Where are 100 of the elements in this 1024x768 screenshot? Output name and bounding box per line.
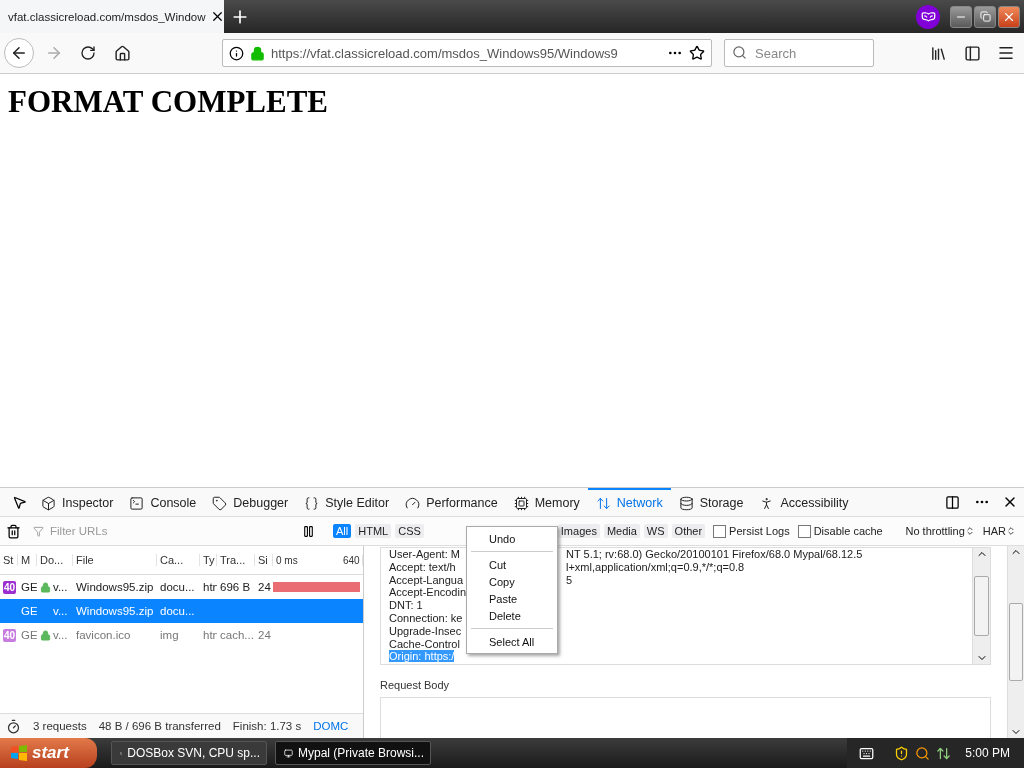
checkbox[interactable] (797, 524, 811, 538)
box-icon (41, 495, 56, 511)
request-row[interactable]: GE v... Windows95.zip docu... (0, 599, 363, 623)
start-button[interactable]: start (0, 738, 97, 768)
star-icon[interactable] (689, 45, 705, 61)
cause-text: docu... (160, 581, 195, 593)
cause-text: docu... (160, 605, 195, 617)
size-text: 24 (258, 629, 271, 641)
devtools-tab[interactable]: Performance (397, 488, 506, 516)
method-text: GE (21, 605, 37, 617)
throttling-select[interactable]: No throttling (903, 525, 977, 537)
minimize-icon[interactable] (950, 5, 972, 28)
updown-icon (1006, 526, 1016, 536)
windows-logo-icon (10, 745, 28, 761)
column-header[interactable]: M (18, 554, 37, 566)
transferred-text: cach... (220, 629, 254, 641)
column-header[interactable]: Do... (37, 554, 73, 566)
tab-title: vfat.classicreload.com/msdos_Window (8, 10, 206, 23)
devtools-tab[interactable]: Debugger (204, 488, 297, 516)
network-icon[interactable] (936, 745, 952, 761)
keyboard-icon[interactable] (859, 745, 875, 761)
transferred-text: 696 B (220, 581, 251, 593)
header-line: Cache-Control (389, 637, 460, 650)
back-icon[interactable] (4, 38, 34, 68)
domain-text: v... (53, 605, 68, 617)
header-line: User-Agent: M (389, 548, 460, 560)
arrows-icon (595, 495, 611, 511)
header-line: NT 5.1; rv:68.0) Gecko/20100101 Firefox/68.0 Mypal/68.12.5 (566, 548, 863, 561)
cause-text: img (160, 629, 179, 641)
menu-item[interactable]: Delete (469, 607, 555, 624)
type-filter[interactable]: Media (603, 524, 640, 538)
pause-icon[interactable] (302, 524, 315, 538)
har-select[interactable]: HAR (980, 525, 1018, 537)
menu-item[interactable]: Cut (469, 556, 555, 573)
taskbar-button[interactable]: Mypal (Private Browsi... (275, 741, 431, 765)
type-filter[interactable]: Other (671, 524, 706, 538)
file-text: favicon.ico (76, 629, 131, 641)
gauge-icon (405, 495, 421, 511)
chip-icon (513, 495, 529, 511)
shield-icon[interactable] (894, 745, 910, 761)
address-bar[interactable]: https://vfat.classicreload.com/msdos_Windows95/Windows9 (222, 39, 712, 67)
header-line: DNT: 1 (389, 599, 423, 612)
request-body-label: Request Body (380, 679, 451, 691)
column-header[interactable]: Si (255, 554, 273, 566)
size-text: 24 (258, 581, 271, 593)
column-header[interactable]: 640 (340, 554, 363, 566)
menu-item[interactable]: Select All (469, 633, 555, 650)
column-header[interactable]: File (73, 554, 157, 566)
devtools-tab[interactable]: Memory (505, 488, 588, 516)
devtools-tab[interactable]: Accessibility (751, 488, 857, 516)
devtools-tab[interactable]: Console (121, 488, 205, 516)
header-line: 5 (566, 573, 573, 587)
menu-item[interactable]: Paste (469, 590, 555, 607)
trash-icon[interactable] (6, 523, 21, 539)
header-line: Accept: text/h (389, 560, 456, 573)
column-header[interactable]: St (0, 554, 18, 566)
domain-text: v... (53, 581, 68, 593)
type-filter[interactable]: HTML (355, 524, 392, 538)
scrollbar[interactable] (1007, 546, 1024, 738)
scrollbar[interactable] (972, 548, 990, 664)
header-line: Accept-Langua (389, 573, 463, 586)
method-text: GE (21, 629, 37, 641)
menu-item[interactable]: Undo (469, 530, 555, 547)
mask-icon (916, 4, 940, 29)
terminal-icon (129, 495, 145, 511)
search-icon (732, 45, 747, 60)
devtools-tab[interactable]: Style Editor (296, 488, 398, 516)
braces-icon (304, 495, 320, 511)
column-header[interactable]: Tra... (217, 554, 255, 566)
header-line: Connection: ke (389, 612, 463, 624)
stopwatch-icon[interactable] (6, 718, 21, 734)
type-filter[interactable]: All (333, 524, 352, 538)
checkbox[interactable] (713, 524, 727, 538)
search-icon[interactable] (915, 745, 931, 761)
request-count: 3 requests (33, 720, 87, 732)
url-text: https://vfat.classicreload.com/msdos_Windows95/Windows9 (271, 45, 619, 61)
devtools-tab[interactable]: Inspector (33, 488, 122, 516)
type-filter[interactable]: Images (557, 524, 600, 538)
status-badge: 40 (3, 580, 17, 594)
devtools-tab[interactable]: Storage (670, 488, 752, 516)
browser-tab[interactable]: vfat.classicreload.com/msdos_Window (0, 0, 224, 33)
clock: 5:00 PM (965, 746, 1010, 760)
column-header[interactable]: 0 ms (273, 554, 340, 566)
info-icon (229, 45, 244, 61)
close-icon[interactable] (998, 5, 1020, 28)
filter-icon (33, 525, 44, 537)
database-icon (678, 495, 694, 511)
type-filter[interactable]: CSS (395, 524, 424, 538)
page-heading: FORMAT COMPLETE (8, 84, 330, 120)
domain-text: v... (53, 629, 68, 641)
type-filter[interactable]: WS (643, 524, 668, 538)
restore-icon[interactable] (974, 5, 996, 28)
search-field[interactable]: Search (724, 39, 874, 67)
column-header[interactable]: Ty (200, 554, 217, 566)
lock-icon (250, 45, 265, 61)
filter-field[interactable]: Filter URLs (48, 524, 298, 538)
updown-icon (964, 526, 975, 536)
column-header[interactable]: Ca... (157, 554, 200, 566)
taskbar-button[interactable]: DOSBox SVN, CPU sp... (111, 741, 267, 765)
menu-item[interactable]: Copy (469, 573, 555, 590)
